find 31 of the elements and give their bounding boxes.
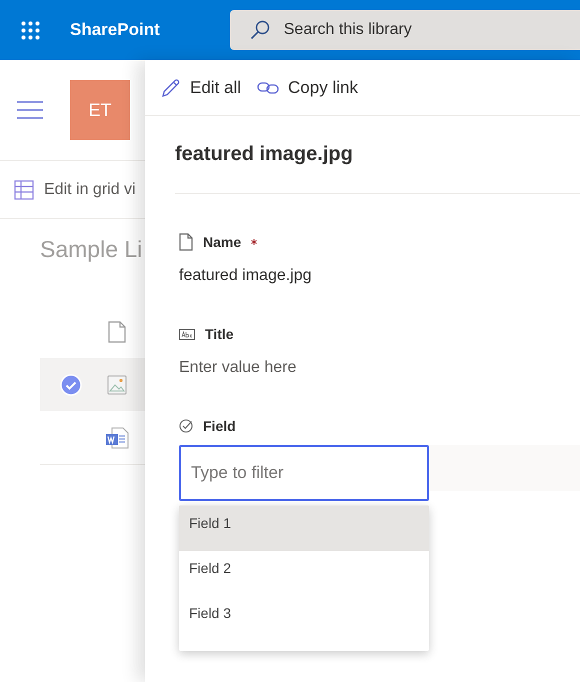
document-icon	[108, 320, 126, 342]
image-file-icon	[107, 374, 127, 394]
check-circle-icon	[179, 419, 193, 433]
link-icon[interactable]	[257, 80, 280, 94]
panel-title: featured image.jpg	[175, 116, 580, 194]
app-launcher-icon[interactable]	[21, 20, 40, 40]
field-value[interactable]: featured image.jpg	[175, 252, 580, 286]
search-input[interactable]: Search this library	[282, 20, 482, 40]
selected-row[interactable]	[40, 358, 145, 411]
field-label: Name	[203, 234, 242, 250]
text-field-icon	[179, 328, 195, 340]
search-field[interactable]: Search this library	[230, 10, 580, 50]
field-placeholder[interactable]: Enter value here	[175, 344, 580, 378]
document-icon	[179, 233, 193, 251]
filter-field[interactable]: Type to filter	[179, 445, 429, 501]
app-name[interactable]: SharePoint	[70, 20, 160, 40]
dropdown-option[interactable]: Field 3	[179, 596, 429, 641]
search-icon	[250, 20, 270, 40]
command-button[interactable]: Edit in grid vi	[44, 180, 136, 198]
dropdown-option[interactable]: Field 1	[179, 506, 429, 551]
edit-all-button[interactable]: Edit all	[161, 78, 242, 98]
copy-link-button[interactable]: Copy link	[257, 78, 358, 98]
menu-icon[interactable]	[17, 101, 43, 119]
checkmark-icon[interactable]	[60, 374, 82, 396]
grid-icon[interactable]	[14, 180, 34, 200]
field-label: Field	[203, 418, 236, 434]
field-label: Title	[205, 326, 234, 342]
dropdown-option[interactable]: Field 2	[179, 551, 429, 596]
pencil-icon[interactable]	[161, 78, 181, 98]
library-title: Sample Li	[39, 235, 144, 264]
word-document-icon	[105, 426, 129, 450]
